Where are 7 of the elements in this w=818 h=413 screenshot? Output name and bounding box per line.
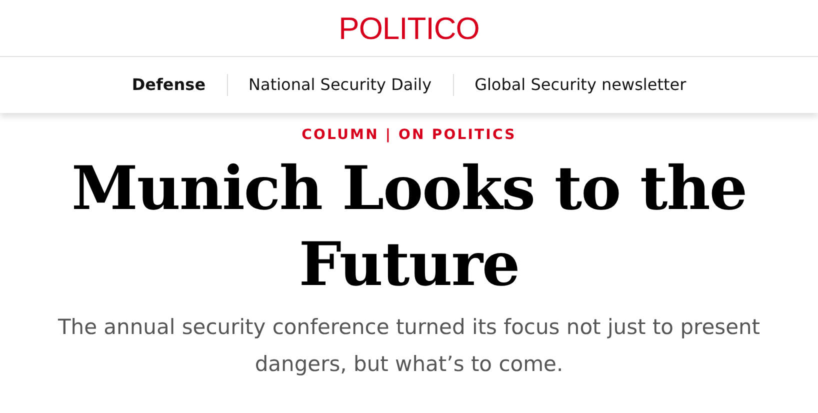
nav-link[interactable]: Global Security newsletter: [452, 74, 708, 96]
nav-link[interactable]: National Security Daily: [226, 74, 453, 96]
headline: Munich Looks to the Future: [70, 153, 748, 302]
kicker: COLUMN | ON POLITICS: [302, 127, 516, 143]
logo[interactable]: POLITICO: [338, 11, 480, 47]
nav-link[interactable]: Defense: [110, 74, 227, 96]
subtitle: The annual security conference turned its focus not just to present dangers, but what’s to come.: [56, 314, 762, 378]
